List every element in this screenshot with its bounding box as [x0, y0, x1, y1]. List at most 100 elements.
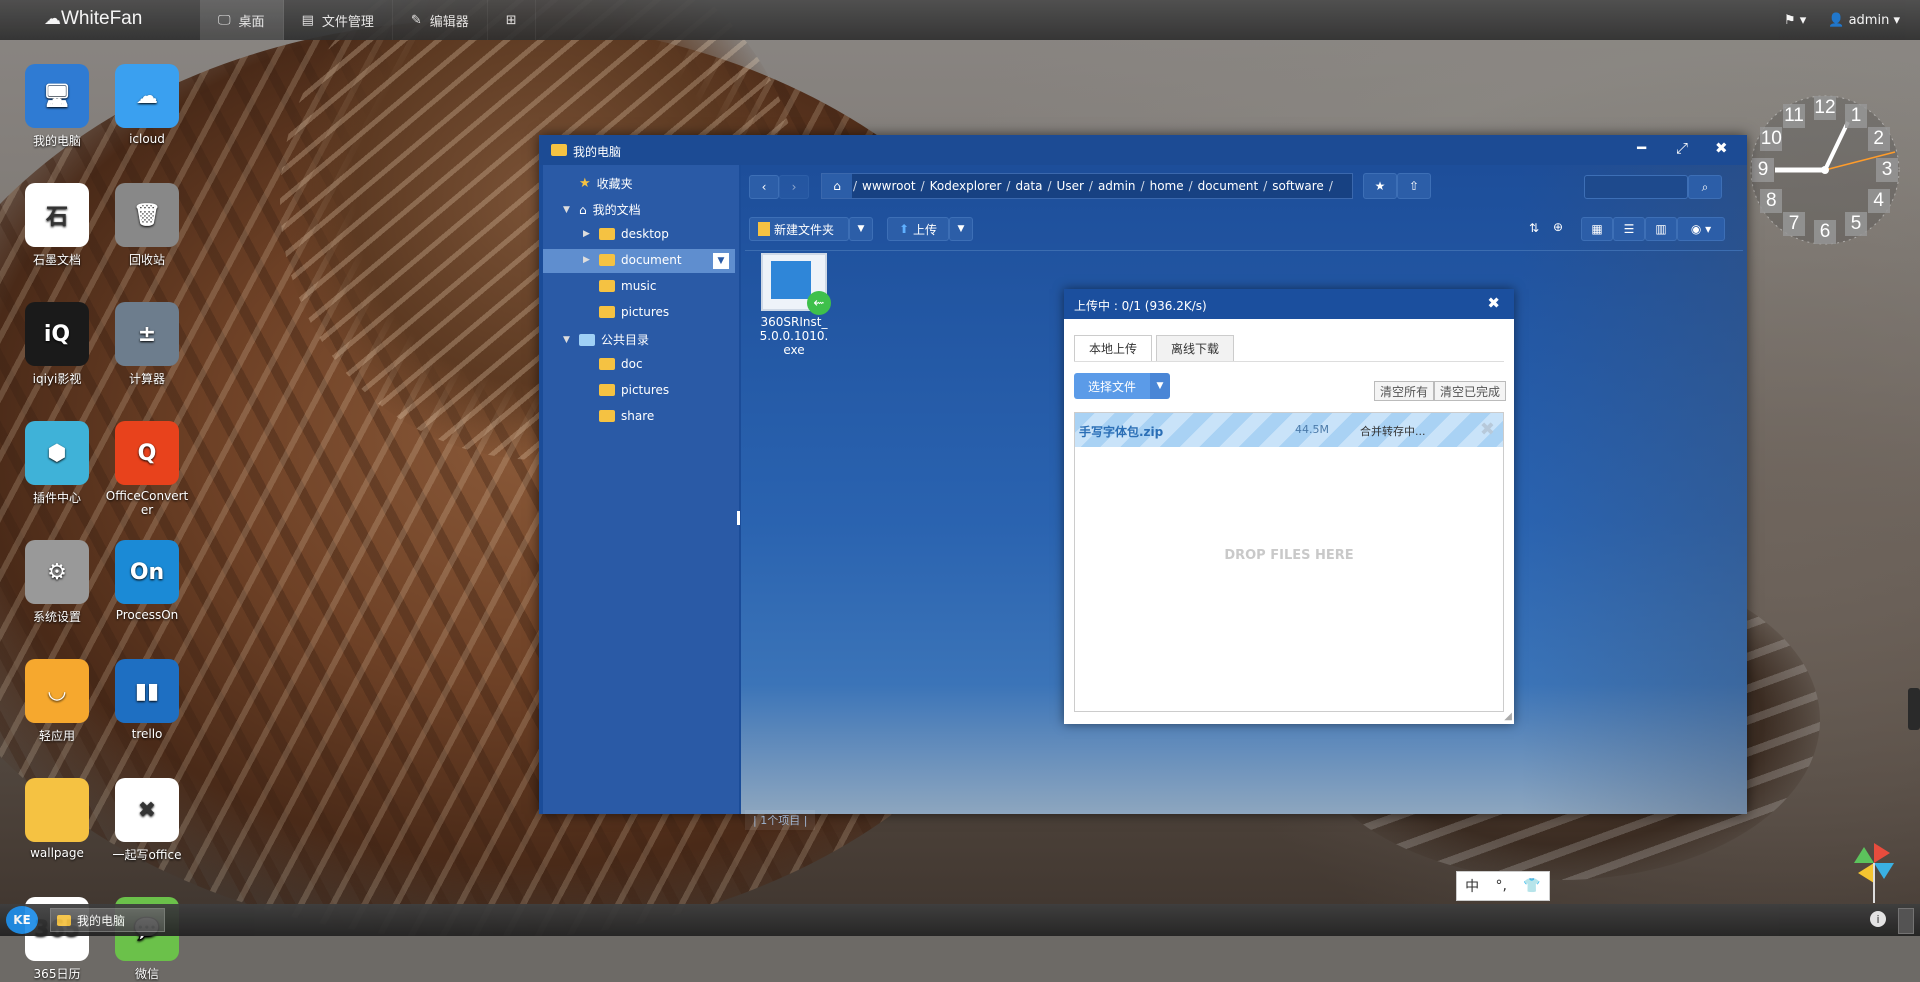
breadcrumb-item[interactable]: User — [1053, 179, 1088, 193]
expand-arrow-icon[interactable]: ▼ — [563, 335, 573, 345]
status-bar: | 1个项目 | — [745, 810, 816, 830]
desktop-icon-settings[interactable]: ⚙ 系统设置 — [14, 540, 100, 625]
upload-button[interactable]: ⬆ 上传 — [887, 217, 949, 241]
desktop-icon-trello[interactable]: ▮▮ trello — [104, 659, 190, 741]
clock-number: 4 — [1867, 189, 1890, 213]
breadcrumb-item[interactable]: Kodexplorer — [926, 179, 1006, 193]
view-icons-button[interactable]: ▦ — [1581, 217, 1613, 241]
desktop-icon-light-app[interactable]: ◡ 轻应用 — [14, 659, 100, 744]
minimize-button[interactable]: ━ — [1637, 139, 1646, 157]
bookmark-button[interactable]: ★ — [1363, 173, 1397, 199]
breadcrumb-item[interactable]: wwwroot — [858, 179, 920, 193]
desktop-icon-shimo[interactable]: 石石墨文档 — [14, 183, 100, 268]
cancel-upload-icon[interactable]: ✖ — [1480, 419, 1495, 440]
tab-offline-download[interactable]: 离线下载 — [1156, 335, 1235, 361]
chevron-down-icon[interactable]: ▼ — [1150, 373, 1171, 399]
nav-grid[interactable]: ⊞ — [488, 0, 536, 40]
view-list-button[interactable]: ☰ — [1613, 217, 1645, 241]
desktop-icon-label: OfficeConverter — [105, 489, 189, 517]
nav-desktop[interactable]: 🖵 桌面 — [200, 0, 284, 40]
file-item[interactable]: ⇜ 360SRInst_5.0.0.1010.exe — [749, 253, 839, 357]
tree-share[interactable]: share — [599, 409, 654, 423]
desktop-icon-trash[interactable]: 🗑 回收站 — [104, 183, 190, 268]
sort-icon[interactable]: ⇅ — [1529, 221, 1539, 235]
close-icon[interactable]: ✖ — [1487, 294, 1500, 312]
breadcrumb-item[interactable]: home — [1146, 179, 1188, 193]
sidebar-resize-handle[interactable] — [737, 511, 740, 525]
search-input[interactable] — [1584, 175, 1688, 199]
forward-button[interactable]: › — [779, 175, 809, 199]
start-button[interactable]: KE — [6, 906, 38, 934]
tree-pictures[interactable]: pictures — [599, 305, 669, 319]
tree-document-menu-button[interactable]: ▼ — [713, 253, 729, 269]
select-file-button[interactable]: 选择文件 ▼ — [1074, 373, 1171, 399]
desktop-icon-calculator[interactable]: ± 计算器 — [104, 302, 190, 387]
new-menu-dropdown[interactable]: ▼ — [849, 217, 873, 241]
show-desktop-button[interactable] — [1898, 908, 1914, 934]
desktop-icon-processon[interactable]: On ProcessOn — [104, 540, 190, 622]
tree-favorites[interactable]: ★ 收藏夹 — [579, 175, 633, 192]
tree-public-pictures[interactable]: pictures — [599, 383, 669, 397]
search-button[interactable]: ⌕ — [1688, 175, 1722, 199]
logo[interactable]: ☁WhiteFan — [44, 8, 142, 30]
tab-local-upload[interactable]: 本地上传 — [1074, 335, 1153, 361]
desktop-icon-iqiyi[interactable]: iQ iqiyi影视 — [14, 302, 100, 387]
upload-file-name: 手写字体包.zip — [1079, 425, 1164, 439]
desktop-icon-label: 石墨文档 — [32, 253, 81, 267]
tree-my-docs[interactable]: ▼ ⌂ 我的文档 — [563, 201, 641, 218]
tree-doc[interactable]: doc — [599, 357, 643, 371]
collapse-arrow-icon[interactable]: ▶ — [583, 255, 593, 265]
upload-dialog-titlebar[interactable]: 上传中 : 0/1 (936.2K/s) ✖ — [1064, 289, 1514, 319]
pinwheel-icon[interactable] — [1854, 843, 1894, 903]
clear-all-button[interactable]: 清空所有 — [1374, 381, 1435, 401]
resize-grip-icon[interactable]: ◢ — [1504, 711, 1512, 722]
window-titlebar[interactable]: 我的电脑 ━ ⤢ ✖ — [539, 135, 1747, 165]
tree-document[interactable]: ▶ document — [583, 253, 682, 267]
clear-done-button[interactable]: 清空已完成 — [1434, 381, 1507, 401]
desktop-icon-office-converter[interactable]: Q OfficeConverter — [104, 421, 190, 517]
desktop-icon-folder[interactable]: wallpage — [14, 778, 100, 860]
yiqixie-icon: ✖ — [115, 778, 179, 842]
drop-zone-text[interactable]: DROP FILES HERE — [1075, 548, 1503, 563]
breadcrumb-item[interactable]: data — [1011, 179, 1046, 193]
nav-editor[interactable]: ✎ 编辑器 — [393, 0, 488, 40]
star-icon: ★ — [1374, 179, 1386, 193]
maximize-button[interactable]: ⤢ — [1676, 139, 1688, 157]
desktop-icon-yiqixie[interactable]: ✖ 一起写office — [104, 778, 190, 863]
collapse-arrow-icon[interactable]: ▶ — [583, 229, 593, 239]
address-bar[interactable]: ⌂ / wwwroot / Kodexplorer / data / User / admin / h… — [821, 173, 1353, 199]
language-flag-icon[interactable]: ⚑ ▾ — [1784, 13, 1806, 28]
breadcrumb-item[interactable]: document — [1194, 179, 1263, 193]
info-icon[interactable]: i — [1870, 911, 1886, 927]
parent-folder-button[interactable]: ⇧ — [1397, 173, 1431, 199]
expand-arrow-icon[interactable]: ▼ — [563, 205, 573, 215]
tree-public[interactable]: ▼ 公共目录 — [563, 331, 649, 348]
breadcrumb-item[interactable]: admin — [1094, 179, 1140, 193]
desktop-icon-plugin[interactable]: ⬢ 插件中心 — [14, 421, 100, 506]
desktop-icon-icloud[interactable]: ☁ icloud — [104, 64, 190, 146]
side-widget-tab[interactable] — [1908, 688, 1920, 730]
close-button[interactable]: ✖ — [1715, 139, 1728, 157]
cloud-icon: ☁ — [44, 9, 61, 28]
user-menu[interactable]: 👤 admin ▾ — [1828, 13, 1900, 28]
theme-button[interactable]: ◉ ▾ — [1677, 217, 1725, 241]
desktop-icon-computer[interactable]: 🖥 我的电脑 — [14, 64, 100, 149]
tree-music[interactable]: music — [599, 279, 656, 293]
upload-menu-dropdown[interactable]: ▼ — [949, 217, 973, 241]
breadcrumb-item[interactable]: software — [1268, 179, 1328, 193]
home-icon[interactable]: ⌂ — [822, 174, 852, 198]
select-file-label[interactable]: 选择文件 — [1074, 373, 1151, 399]
desktop-icon-label: 回收站 — [128, 253, 165, 267]
nav-file-manager[interactable]: ▤ 文件管理 — [284, 0, 393, 40]
back-button[interactable]: ‹ — [749, 175, 779, 199]
view-split-button[interactable]: ▥ — [1645, 217, 1677, 241]
ime-punctuation-toggle[interactable]: °, — [1496, 878, 1507, 894]
zoom-icon[interactable]: ⊕ — [1553, 220, 1563, 234]
ime-skin-icon[interactable]: 👕 — [1523, 878, 1540, 894]
new-folder-button[interactable]: 新建文件夹 — [749, 217, 849, 241]
clock-number: 5 — [1845, 211, 1867, 236]
ime-chinese-toggle[interactable]: 中 — [1465, 876, 1479, 896]
taskbar-item-my-computer[interactable]: 我的电脑 — [50, 908, 165, 932]
search-icon: ⌕ — [1701, 179, 1709, 194]
tree-desktop[interactable]: ▶ desktop — [583, 227, 669, 241]
